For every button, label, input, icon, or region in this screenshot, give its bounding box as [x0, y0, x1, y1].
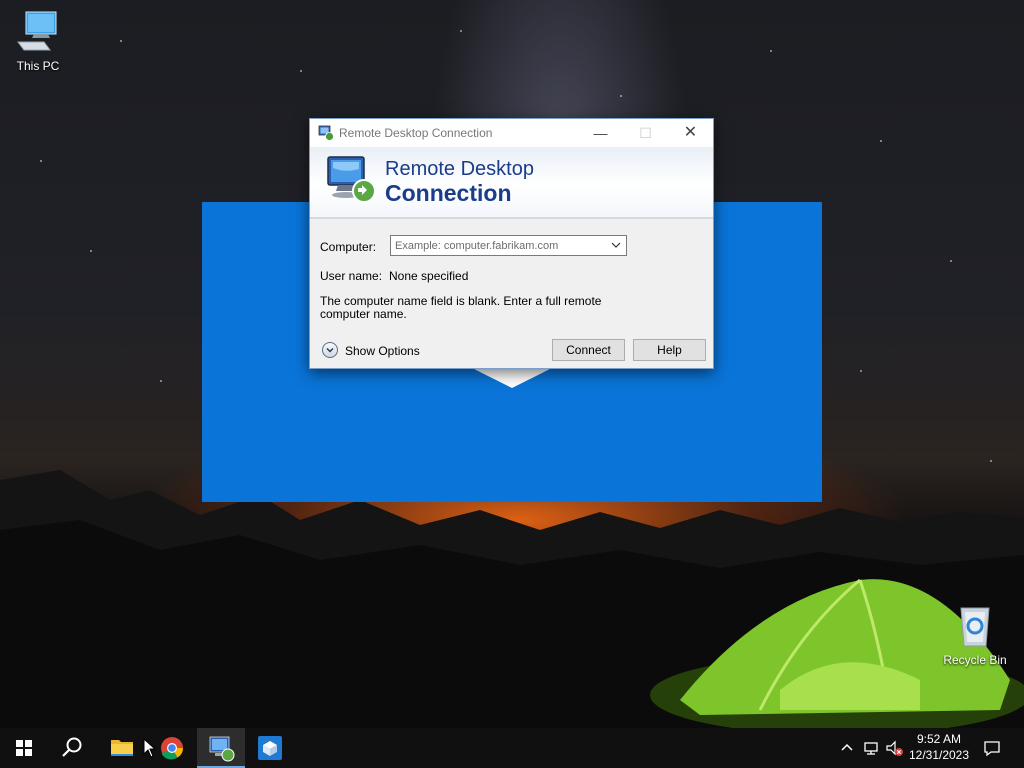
desktop: This PC Recycle Bin Remote Desktop Conne…	[0, 0, 1024, 768]
virtualbox-icon	[258, 736, 282, 760]
search-icon	[62, 737, 82, 757]
window-title: Remote Desktop Connection	[339, 126, 493, 140]
start-button[interactable]	[0, 728, 48, 768]
username-value: None specified	[389, 269, 469, 283]
title-bar[interactable]: Remote Desktop Connection — ☐ ✕	[310, 119, 713, 147]
system-clock[interactable]: 9:52 AM 12/31/2023	[904, 731, 974, 763]
banner-title-line1: Remote Desktop	[385, 158, 534, 180]
show-options-label: Show Options	[345, 344, 420, 358]
expand-circle-icon	[322, 342, 338, 358]
computer-icon	[17, 11, 57, 51]
desktop-icon-label: This PC	[16, 59, 60, 73]
splash-notch	[472, 368, 552, 388]
maximize-button[interactable]: ☐	[623, 119, 668, 147]
close-button[interactable]: ✕	[668, 119, 713, 147]
recycle-bin-icon	[960, 607, 990, 647]
file-explorer-icon	[111, 740, 133, 756]
maximize-icon: ☐	[639, 125, 652, 141]
close-icon: ✕	[683, 124, 698, 141]
remote-desktop-app-icon	[318, 125, 334, 141]
volume-muted-icon[interactable]	[884, 738, 904, 758]
desktop-icon-label: Recycle Bin	[943, 653, 1007, 667]
username-label: User name:	[320, 269, 383, 283]
minimize-icon: —	[593, 125, 608, 141]
chevron-down-icon	[326, 347, 334, 353]
computer-label: Computer:	[320, 240, 377, 254]
help-button[interactable]: Help	[633, 339, 706, 361]
chevron-up-icon[interactable]	[837, 738, 857, 758]
start-icon	[16, 740, 32, 756]
status-message: The computer name field is blank. Enter …	[320, 294, 602, 321]
dialog-banner: Remote Desktop Connection	[310, 147, 713, 219]
mouse-cursor-icon	[143, 738, 157, 758]
notification-icon[interactable]	[982, 738, 1002, 758]
remote-desktop-icon	[209, 736, 235, 762]
clock-date: 12/31/2023	[908, 748, 970, 762]
taskbar-file-explorer[interactable]	[98, 728, 146, 768]
computer-input[interactable]	[391, 236, 605, 255]
connect-button[interactable]: Connect	[552, 339, 625, 361]
remote-desktop-connection-dialog: Remote Desktop Connection — ☐ ✕ Remote D	[309, 118, 714, 369]
remote-desktop-banner-icon	[327, 156, 376, 203]
desktop-icon-this-pc[interactable]: This PC	[0, 10, 76, 73]
clock-time: 9:52 AM	[916, 732, 962, 746]
taskbar-virtualbox[interactable]	[246, 728, 294, 768]
search-button[interactable]	[48, 728, 96, 768]
desktop-icon-recycle-bin[interactable]: Recycle Bin	[937, 604, 1013, 667]
computer-combobox[interactable]	[390, 235, 627, 256]
minimize-button[interactable]: —	[578, 119, 623, 147]
chevron-down-icon[interactable]	[608, 238, 624, 253]
taskbar-remote-desktop[interactable]	[197, 728, 245, 768]
network-icon[interactable]	[861, 738, 881, 758]
banner-title-line2: Connection	[385, 180, 512, 206]
